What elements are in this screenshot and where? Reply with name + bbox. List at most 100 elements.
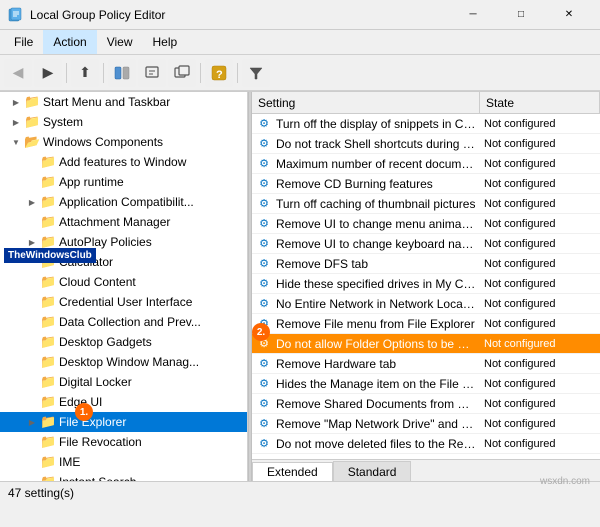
help-button[interactable]: ?: [205, 59, 233, 87]
folder-icon: 📁: [40, 234, 56, 250]
tree-item-attachment[interactable]: 📁 Attachment Manager: [0, 212, 247, 232]
table-row[interactable]: ⚙ Remove UI to change keyboard navigatio…: [252, 234, 600, 254]
row-setting-text: Remove DFS tab: [276, 257, 368, 271]
table-row[interactable]: ⚙ Maximum number of recent documents Not…: [252, 154, 600, 174]
forward-button[interactable]: ▶: [34, 59, 62, 87]
tab-standard-label: Standard: [348, 465, 397, 479]
folder-icon: 📁: [24, 114, 40, 130]
table-row-highlighted[interactable]: ⚙ Do not allow Folder Options to be open…: [252, 334, 600, 354]
row-setting: ⚙ Remove Shared Documents from My Com...: [252, 396, 480, 412]
setting-icon: ⚙: [256, 116, 272, 132]
row-setting: ⚙ Maximum number of recent documents: [252, 156, 480, 172]
table-row[interactable]: ⚙ Remove CD Burning features Not configu…: [252, 174, 600, 194]
folder-icon: 📁: [40, 434, 56, 450]
row-setting-text: Remove "Map Network Drive" and "Discon..…: [276, 417, 476, 431]
table-row[interactable]: ⚙ Remove File menu from File Explorer No…: [252, 314, 600, 334]
tree-item-digital-locker[interactable]: 📁 Digital Locker: [0, 372, 247, 392]
table-row[interactable]: ⚙ Do not move deleted files to the Recyc…: [252, 434, 600, 454]
tree-item-calculator[interactable]: 📁 Calculator: [0, 252, 247, 272]
row-setting-text: No Entire Network in Network Locations: [276, 297, 476, 311]
table-row[interactable]: ⚙ Turn off caching of thumbnail pictures…: [252, 194, 600, 214]
expand-icon: ▶: [24, 418, 40, 427]
close-button[interactable]: ✕: [546, 0, 592, 30]
row-setting-text: Maximum number of recent documents: [276, 157, 476, 171]
properties-button[interactable]: [138, 59, 166, 87]
table-row[interactable]: ⚙ Hide these specified drives in My Comp…: [252, 274, 600, 294]
new-window-button[interactable]: [168, 59, 196, 87]
th-setting[interactable]: Setting: [252, 92, 480, 113]
tree-item-credential-ui[interactable]: 📁 Credential User Interface: [0, 292, 247, 312]
setting-icon: ⚙: [256, 176, 272, 192]
tree-item-label: AutoPlay Policies: [59, 235, 152, 249]
maximize-button[interactable]: □: [498, 0, 544, 30]
table-row[interactable]: ⚙ No Entire Network in Network Locations…: [252, 294, 600, 314]
tree-item-instant-search[interactable]: 📁 Instant Search: [0, 472, 247, 481]
table-row[interactable]: ⚙ Remove UI to change menu animation set…: [252, 214, 600, 234]
table-row[interactable]: ⚙ Remove Shared Documents from My Com...…: [252, 394, 600, 414]
row-setting-text: Hides the Manage item on the File Explor…: [276, 377, 476, 391]
up-button[interactable]: ⬆: [71, 59, 99, 87]
filter-button[interactable]: [242, 59, 270, 87]
tree-item-data-collection[interactable]: 📁 Data Collection and Prev...: [0, 312, 247, 332]
row-state: Not configured: [480, 438, 600, 450]
tree-item-file-revocation[interactable]: 📁 File Revocation: [0, 432, 247, 452]
expand-icon: ▶: [24, 198, 40, 207]
show-hide-button[interactable]: [108, 59, 136, 87]
table-row[interactable]: ⚙ Turn off the display of snippets in Co…: [252, 114, 600, 134]
row-setting-text: Remove Hardware tab: [276, 357, 396, 371]
table-row[interactable]: ⚙ Remove "Map Network Drive" and "Discon…: [252, 414, 600, 434]
tree-item-desktop-window[interactable]: 📁 Desktop Window Manag...: [0, 352, 247, 372]
row-setting: ⚙ Hide these specified drives in My Comp…: [252, 276, 480, 292]
menu-bar: File Action View Help: [0, 30, 600, 55]
setting-icon: ⚙: [256, 396, 272, 412]
table-row[interactable]: ⚙ Do not track Shell shortcuts during ro…: [252, 134, 600, 154]
tree-item-system[interactable]: ▶ 📁 System: [0, 112, 247, 132]
table-row[interactable]: ⚙ Remove Hardware tab Not configured: [252, 354, 600, 374]
badge-1: 1.: [75, 403, 93, 421]
tree-item-ime[interactable]: 📁 IME: [0, 452, 247, 472]
tree-item-windows-components[interactable]: ▼ 📂 Windows Components: [0, 132, 247, 152]
setting-icon: ⚙: [256, 196, 272, 212]
tree-item-add-features[interactable]: 📁 Add features to Window: [0, 152, 247, 172]
menu-action[interactable]: Action: [43, 30, 96, 54]
row-state: Not configured: [480, 178, 600, 190]
table-header: Setting State: [252, 92, 600, 114]
th-state[interactable]: State: [480, 92, 600, 113]
svg-text:?: ?: [216, 69, 223, 81]
row-setting-text: Do not move deleted files to the Recycle…: [276, 437, 476, 451]
settings-table: Setting State ⚙ Turn off the display of …: [252, 92, 600, 459]
folder-icon: 📁: [40, 294, 56, 310]
toolbar-separator-4: [237, 63, 238, 83]
tree-item-app-compat[interactable]: ▶ 📁 Application Compatibilit...: [0, 192, 247, 212]
row-setting-text: Remove UI to change menu animation setti…: [276, 217, 476, 231]
row-state: Not configured: [480, 238, 600, 250]
tree-item-label: File Revocation: [59, 435, 142, 449]
tree-item-edge-ui[interactable]: 📁 Edge UI: [0, 392, 247, 412]
menu-file[interactable]: File: [4, 30, 43, 54]
tab-bar: Extended Standard: [252, 459, 600, 481]
tree-item-file-explorer[interactable]: ▶ 📁 File Explorer: [0, 412, 247, 432]
tree-item-desktop-gadgets[interactable]: 📁 Desktop Gadgets: [0, 332, 247, 352]
back-button[interactable]: ◀: [4, 59, 32, 87]
table-row[interactable]: ⚙ Remove DFS tab Not configured: [252, 254, 600, 274]
menu-help[interactable]: Help: [143, 30, 188, 54]
minimize-button[interactable]: ─: [450, 0, 496, 30]
row-state: Not configured: [480, 298, 600, 310]
toolbar-separator-2: [103, 63, 104, 83]
tab-standard[interactable]: Standard: [333, 461, 412, 481]
row-setting: ⚙ Remove File menu from File Explorer: [252, 316, 480, 332]
tree-item-label: Credential User Interface: [59, 295, 192, 309]
tab-extended[interactable]: Extended: [252, 462, 333, 481]
toolbar: ◀ ▶ ⬆ ?: [0, 55, 600, 91]
table-row[interactable]: ⚙ Hides the Manage item on the File Expl…: [252, 374, 600, 394]
folder-icon: 📁: [40, 254, 56, 270]
tree-item-cloud-content[interactable]: 📁 Cloud Content: [0, 272, 247, 292]
tree-item-app-runtime[interactable]: 📁 App runtime: [0, 172, 247, 192]
tree-item-label: Cloud Content: [59, 275, 136, 289]
menu-view[interactable]: View: [97, 30, 143, 54]
tree-item-autoplay[interactable]: ▶ 📁 AutoPlay Policies: [0, 232, 247, 252]
tree-item-start-menu[interactable]: ▶ 📁 Start Menu and Taskbar: [0, 92, 247, 112]
folder-icon: 📁: [40, 414, 56, 430]
row-setting: ⚙ Remove "Map Network Drive" and "Discon…: [252, 416, 480, 432]
row-state: Not configured: [480, 118, 600, 130]
